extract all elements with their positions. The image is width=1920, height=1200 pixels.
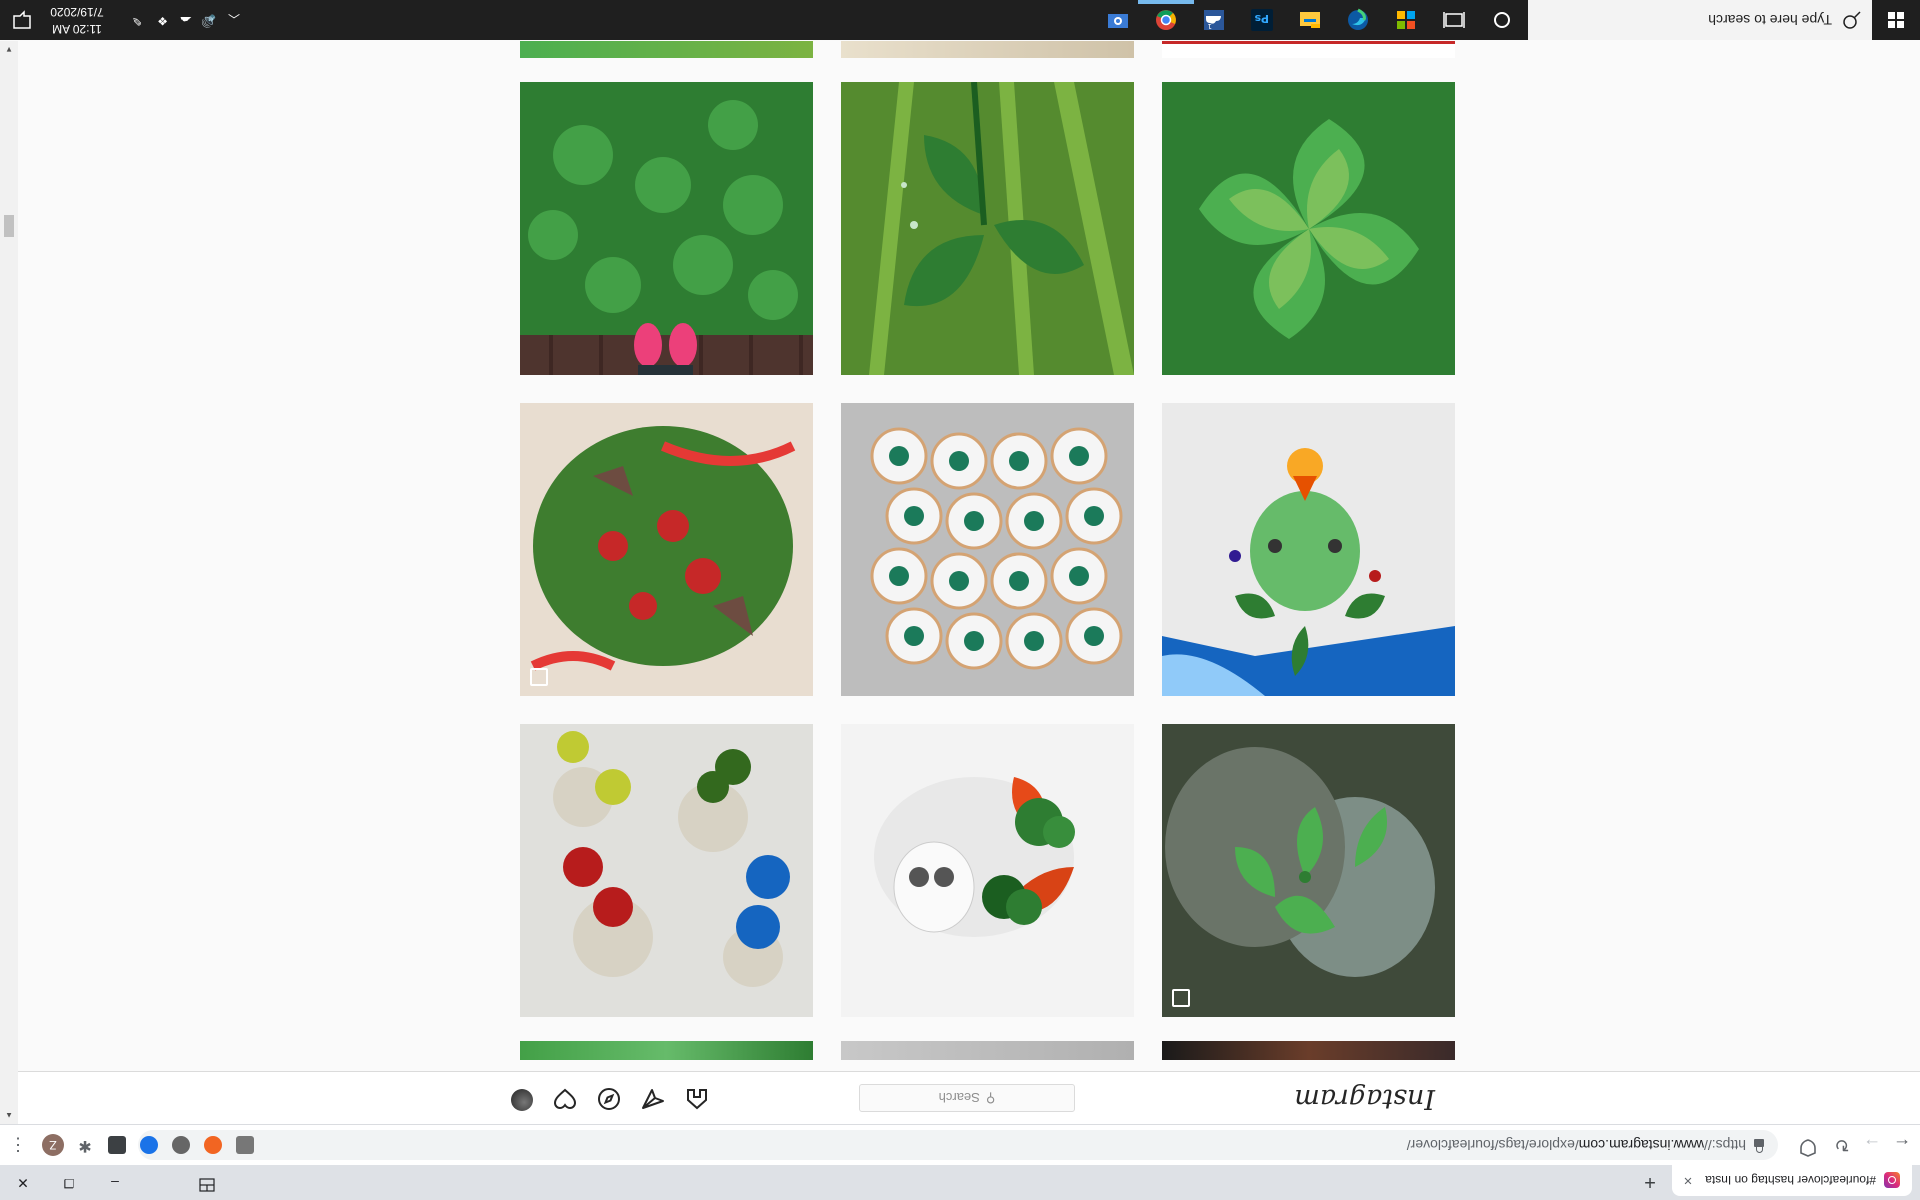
extension-orange-icon[interactable] bbox=[204, 1136, 222, 1154]
file-explorer-icon[interactable] bbox=[1298, 8, 1322, 32]
browser-menu-icon[interactable]: ⋮ bbox=[6, 1133, 30, 1157]
onedrive-icon[interactable]: 1 bbox=[1202, 8, 1226, 32]
search-icon: ⚲ bbox=[985, 1091, 996, 1106]
clock-date: 7/19/2020 bbox=[50, 5, 104, 19]
post-thumbnail[interactable] bbox=[841, 82, 1134, 375]
svg-text:1: 1 bbox=[1208, 22, 1212, 30]
post-thumbnail[interactable] bbox=[520, 82, 813, 375]
reload-button[interactable]: ↻ bbox=[1830, 1133, 1854, 1157]
minimize-button[interactable]: – bbox=[92, 1165, 138, 1200]
edge-icon[interactable] bbox=[1346, 8, 1370, 32]
multiple-photos-icon bbox=[530, 668, 548, 686]
extension-blue-icon[interactable] bbox=[140, 1136, 158, 1154]
extension-grey-icon[interactable] bbox=[172, 1136, 190, 1154]
taskbar-search-box[interactable]: Type here to search bbox=[1528, 0, 1872, 40]
profile-avatar[interactable]: Z bbox=[42, 1134, 64, 1156]
scroll-up-icon[interactable]: ▲ bbox=[5, 1111, 13, 1120]
home-icon[interactable] bbox=[685, 1087, 709, 1111]
activity-heart-icon[interactable] bbox=[553, 1087, 577, 1111]
lock-icon bbox=[1754, 1139, 1764, 1147]
multiple-photos-icon bbox=[1172, 989, 1190, 1007]
post-thumbnail[interactable] bbox=[1162, 82, 1455, 375]
browser-toolbar: ← → ↻ https://www.instagram.com/explore/… bbox=[0, 1124, 1920, 1165]
explore-icon[interactable] bbox=[597, 1087, 621, 1111]
instagram-logo[interactable]: Instagram bbox=[1294, 1083, 1435, 1114]
restore-button[interactable]: ❐ bbox=[46, 1165, 92, 1200]
show-hidden-icons-icon[interactable]: ︿ bbox=[228, 11, 240, 28]
back-button[interactable]: ← bbox=[1890, 1133, 1914, 1157]
profile-avatar-icon[interactable] bbox=[511, 1089, 533, 1111]
onedrive-tray-icon[interactable]: ☁ bbox=[180, 14, 192, 28]
svg-text:Ps: Ps bbox=[1254, 12, 1269, 25]
post-thumbnail[interactable] bbox=[1162, 724, 1455, 1017]
instagram-page: Instagram ⚲ Search bbox=[18, 41, 1920, 1124]
post-thumbnail[interactable] bbox=[841, 403, 1134, 696]
url-path: /explore/tags/fourleafclover/ bbox=[1406, 1137, 1579, 1153]
instagram-top-nav: Instagram ⚲ Search bbox=[18, 1071, 1920, 1124]
tab-title: #fourleafclover hashtag on Insta bbox=[1705, 1173, 1876, 1188]
post-thumbnail-partial[interactable] bbox=[520, 1041, 813, 1060]
clock-time: 11:20 AM bbox=[52, 22, 102, 36]
search-icon bbox=[1843, 11, 1861, 29]
cortana-icon[interactable] bbox=[1490, 8, 1514, 32]
search-placeholder: Search bbox=[938, 1090, 980, 1106]
new-tab-button[interactable]: + bbox=[1638, 1170, 1662, 1194]
instagram-favicon-icon bbox=[1884, 1172, 1900, 1189]
windows-taskbar: Type here to search Ps 1 ︿ 🔊 ☁ ❖ ✎ 11:20… bbox=[0, 0, 1920, 40]
pen-icon[interactable]: ✎ bbox=[132, 14, 142, 28]
microsoft-store-icon[interactable] bbox=[1394, 8, 1418, 32]
browser-tab[interactable]: #fourleafclover hashtag on Insta × bbox=[1672, 1165, 1912, 1196]
search-input[interactable]: ⚲ Search bbox=[859, 1084, 1075, 1112]
shield-icon[interactable] bbox=[1796, 1133, 1820, 1157]
browser-tab-strip: #fourleafclover hashtag on Insta × + – ❐… bbox=[0, 1165, 1920, 1200]
extension-g-icon[interactable] bbox=[236, 1136, 254, 1154]
close-window-button[interactable]: ✕ bbox=[0, 1165, 46, 1200]
active-app-indicator bbox=[1138, 0, 1194, 4]
post-thumbnail-partial[interactable] bbox=[1162, 41, 1455, 58]
url-host: www.instagram.com bbox=[1578, 1137, 1704, 1153]
address-bar[interactable]: https://www.instagram.com/explore/tags/f… bbox=[138, 1130, 1778, 1160]
url-scheme: https:// bbox=[1703, 1137, 1746, 1153]
post-thumbnail-partial[interactable] bbox=[520, 41, 813, 58]
extensions-puzzle-icon[interactable]: ✱ bbox=[76, 1136, 94, 1154]
post-thumbnail-partial[interactable] bbox=[841, 1041, 1134, 1060]
task-view-icon[interactable] bbox=[1442, 8, 1466, 32]
forward-button[interactable]: → bbox=[1860, 1133, 1884, 1157]
screen: #fourleafclover hashtag on Insta × + – ❐… bbox=[0, 0, 1920, 1200]
scroll-down-icon[interactable]: ▼ bbox=[5, 45, 13, 54]
dropbox-icon[interactable]: ❖ bbox=[157, 14, 168, 28]
post-thumbnail[interactable] bbox=[520, 403, 813, 696]
chrome-icon[interactable] bbox=[1154, 8, 1178, 32]
taskbar-clock[interactable]: 11:20 AM 7/19/2020 bbox=[42, 3, 112, 37]
post-thumbnail-partial[interactable] bbox=[841, 41, 1134, 58]
notifications-icon[interactable] bbox=[10, 8, 34, 32]
control-panel-icon[interactable] bbox=[1106, 8, 1130, 32]
tab-close-icon[interactable]: × bbox=[1678, 1172, 1698, 1189]
scrollbar-thumb[interactable] bbox=[4, 215, 14, 237]
post-thumbnail[interactable] bbox=[841, 724, 1134, 1017]
post-thumbnail[interactable] bbox=[1162, 403, 1455, 696]
volume-icon[interactable]: 🔊 bbox=[201, 14, 216, 28]
extension-dark-icon[interactable] bbox=[108, 1136, 126, 1154]
direct-messages-icon[interactable] bbox=[641, 1087, 665, 1111]
tab-search-icon[interactable] bbox=[184, 1165, 230, 1200]
taskbar-search-placeholder: Type here to search bbox=[1708, 12, 1832, 28]
post-thumbnail-partial[interactable] bbox=[1162, 1041, 1455, 1060]
page-scrollbar[interactable]: ▲ ▼ bbox=[0, 41, 18, 1124]
photoshop-icon[interactable]: Ps bbox=[1250, 8, 1274, 32]
start-button[interactable] bbox=[1872, 0, 1920, 40]
post-thumbnail[interactable] bbox=[520, 724, 813, 1017]
